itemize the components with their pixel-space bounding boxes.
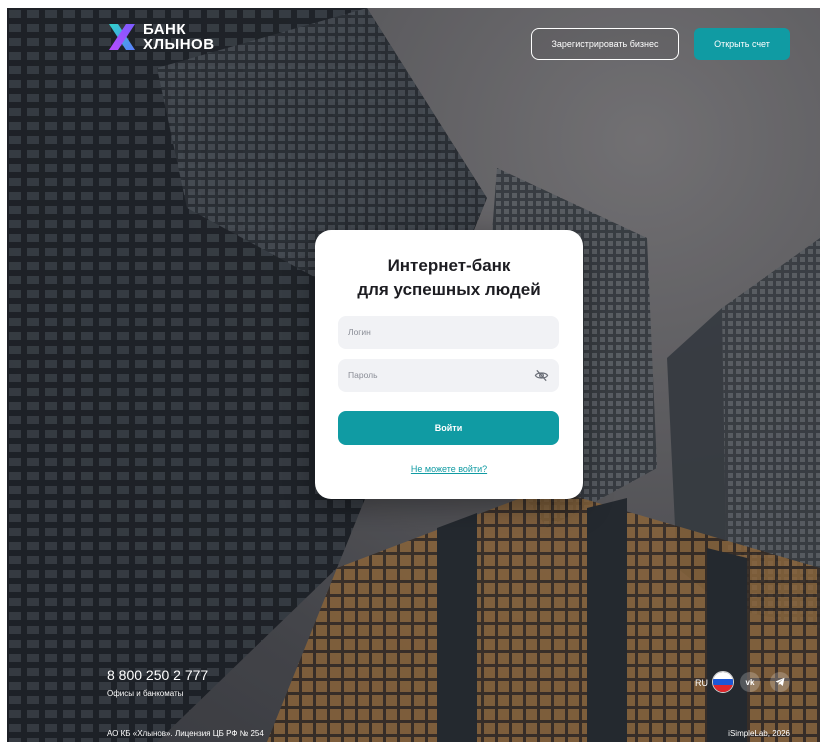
russia-flag-icon[interactable]	[712, 671, 734, 693]
copyright: iSimpleLab, 2026	[728, 729, 790, 738]
login-placeholder: Логин	[348, 327, 371, 337]
brand-name: БАНК ХЛЫНОВ	[143, 22, 215, 52]
bank-logo[interactable]: БАНК ХЛЫНОВ	[107, 22, 215, 52]
forgot-login-link[interactable]: Не можете войти?	[315, 464, 583, 474]
login-card: Интернет-банк для успешных людей Логин П…	[315, 230, 583, 499]
support-phone[interactable]: 8 800 250 2 777	[107, 667, 208, 683]
x-logo-icon	[109, 24, 135, 50]
open-account-button[interactable]: Открыть счет	[694, 28, 790, 60]
telegram-icon[interactable]	[770, 672, 790, 692]
title-line1: Интернет-банк	[387, 256, 511, 275]
language-selector[interactable]: RU	[695, 678, 708, 688]
login-card-title: Интернет-банк для успешных людей	[315, 254, 583, 302]
login-submit-button[interactable]: Войти	[338, 411, 559, 445]
legal-info: АО КБ «Хлынов». Лицензия ЦБ РФ № 254	[107, 729, 264, 738]
password-placeholder: Пароль	[348, 370, 378, 380]
telegram-glyph	[775, 677, 785, 686]
password-input[interactable]: Пароль	[338, 359, 559, 392]
offices-link[interactable]: Офисы и банкоматы	[107, 689, 183, 698]
eye-off-icon[interactable]	[534, 368, 549, 383]
title-line2: для успешных людей	[357, 280, 541, 299]
brand-name-line2: ХЛЫНОВ	[143, 36, 215, 53]
vk-icon[interactable]: vk	[740, 672, 760, 692]
register-business-button[interactable]: Зарегистрировать бизнес	[531, 28, 679, 60]
vk-glyph: vk	[745, 677, 755, 687]
login-input[interactable]: Логин	[338, 316, 559, 349]
brand-name-line1: БАНК	[143, 21, 187, 38]
